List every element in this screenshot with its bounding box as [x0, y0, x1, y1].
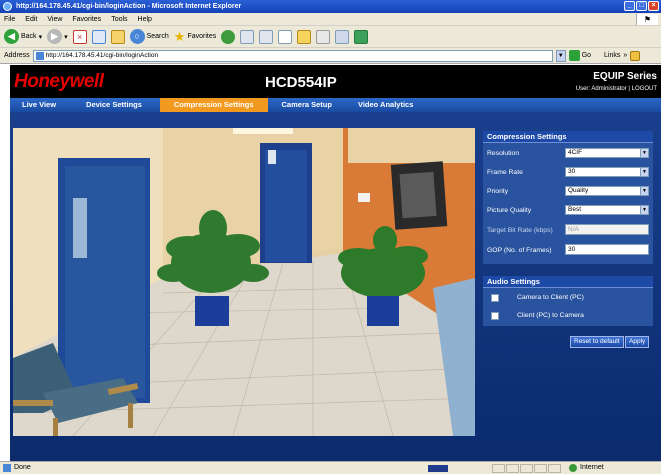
client-to-camera-checkbox[interactable]: [491, 312, 499, 320]
print-icon[interactable]: [259, 29, 274, 44]
camera-video-feed[interactable]: [13, 128, 475, 436]
picture-quality-select[interactable]: Best ▼: [565, 205, 649, 215]
resolution-select[interactable]: 4CIF ▼: [565, 148, 649, 158]
home-icon[interactable]: [110, 29, 125, 44]
compression-settings-title: Compression Settings: [483, 131, 653, 143]
tab-compression-settings[interactable]: Compression Settings: [159, 98, 268, 112]
page-header: Honeywell HCD554IP EQUIP Series User: Ad…: [10, 65, 661, 98]
tab-device-settings[interactable]: Device Settings: [68, 98, 160, 112]
stop-icon[interactable]: ×: [72, 29, 87, 44]
audio-settings-title: Audio Settings: [483, 276, 653, 288]
ie-icon: [3, 2, 12, 11]
user-info: User: Administrator | LOGOUT: [576, 86, 657, 92]
target-bit-rate-label: Target Bit Rate (kbps): [487, 227, 553, 234]
menu-tools[interactable]: Tools: [111, 16, 127, 23]
chevron-down-icon: ▼: [640, 168, 648, 176]
progress-indicator: [428, 465, 448, 472]
forward-button[interactable]: ▶ ▾: [47, 29, 68, 44]
frame-rate-select[interactable]: 30 ▼: [565, 167, 649, 177]
gop-label: GOP (No. of Frames): [487, 247, 552, 254]
priority-label: Priority: [487, 188, 509, 195]
back-button[interactable]: ◀ Back ▾: [4, 29, 42, 44]
star-icon: ★: [173, 28, 186, 44]
address-input[interactable]: http://164.178.45.41/cgi-bin/loginAction: [32, 49, 553, 62]
status-cells: [492, 464, 561, 473]
search-button[interactable]: ○ Search: [129, 29, 169, 44]
extension-icon[interactable]: [630, 50, 641, 61]
compression-settings-panel: Resolution 4CIF ▼ Frame Rate 30 ▼ Priori…: [483, 143, 653, 264]
audio-settings-panel: Camera to Client (PC) Client (PC) to Cam…: [483, 288, 653, 326]
tools-icon[interactable]: [335, 29, 350, 44]
menu-edit[interactable]: Edit: [25, 16, 37, 23]
address-dropdown-button[interactable]: ▼: [555, 49, 566, 62]
logout-link[interactable]: LOGOUT: [632, 86, 657, 92]
priority-select[interactable]: Quality ▼: [565, 186, 649, 196]
camera-to-client-checkbox[interactable]: [491, 294, 499, 302]
honeywell-logo: Honeywell: [14, 71, 104, 92]
camera-to-client-label: Camera to Client (PC): [517, 294, 584, 301]
frame-rate-label: Frame Rate: [487, 169, 523, 176]
close-button[interactable]: ×: [648, 1, 659, 11]
go-button[interactable]: Go: [568, 50, 591, 61]
camera-model: HCD554IP: [265, 74, 337, 91]
camera-web-page: Honeywell HCD554IP EQUIP Series User: Ad…: [10, 65, 661, 461]
history-icon[interactable]: [221, 29, 236, 44]
menu-file[interactable]: File: [4, 16, 15, 23]
refresh-icon[interactable]: [91, 29, 106, 44]
browser-toolbar: ◀ Back ▾ ▶ ▾ × ○ Search ★ Favorites: [0, 26, 661, 48]
main-nav: Live View Device Settings Compression Se…: [10, 98, 661, 112]
window-titlebar: http://164.178.45.41/cgi-bin/loginAction…: [0, 0, 661, 13]
reset-to-default-button[interactable]: Reset to default: [570, 336, 624, 348]
window-controls: _ □ ×: [624, 1, 659, 11]
chevron-right-icon: »: [623, 52, 628, 59]
chevron-down-icon: ▼: [640, 206, 648, 214]
tab-video-analytics[interactable]: Video Analytics: [346, 98, 425, 112]
page-footer: [10, 439, 661, 461]
status-text: Done: [14, 464, 31, 471]
address-bar: Address http://164.178.45.41/cgi-bin/log…: [0, 48, 661, 64]
apply-button[interactable]: Apply: [625, 336, 650, 348]
menu-help[interactable]: Help: [138, 16, 152, 23]
product-series: EQUIP Series: [593, 71, 657, 82]
folder-icon[interactable]: [297, 29, 312, 44]
favorites-button[interactable]: ★ Favorites: [174, 29, 216, 45]
resolution-label: Resolution: [487, 150, 520, 157]
menubar: File Edit View Favorites Tools Help: [0, 13, 661, 26]
chevron-down-icon: ▼: [640, 187, 648, 195]
windows-logo-icon: ⚑: [636, 14, 658, 25]
go-arrow-icon: [568, 50, 580, 61]
tab-live-view[interactable]: Live View: [10, 98, 68, 112]
chevron-down-icon: ▾: [64, 33, 68, 41]
security-zone: Internet: [568, 462, 604, 474]
address-label: Address: [4, 52, 30, 59]
picture-quality-label: Picture Quality: [487, 207, 532, 214]
forward-arrow-icon: ▶: [47, 29, 63, 44]
tab-camera-setup[interactable]: Camera Setup: [268, 98, 346, 112]
chevron-down-icon: ▾: [38, 33, 43, 41]
mail-icon[interactable]: [240, 29, 255, 44]
status-bar: Done Internet: [0, 461, 661, 474]
main-content: Compression Settings Resolution 4CIF ▼ F…: [10, 112, 661, 461]
research-icon[interactable]: [354, 29, 369, 44]
menu-favorites[interactable]: Favorites: [72, 16, 101, 23]
back-arrow-icon: ◀: [4, 29, 19, 44]
chevron-down-icon: ▼: [640, 149, 648, 157]
target-bit-rate-input: N/A: [565, 224, 649, 235]
client-to-camera-label: Client (PC) to Camera: [517, 312, 584, 319]
maximize-button[interactable]: □: [636, 1, 647, 11]
search-icon: ○: [129, 29, 145, 44]
page-icon: [3, 464, 11, 472]
minimize-button[interactable]: _: [624, 1, 635, 11]
user-label: User: Administrator |: [575, 86, 632, 92]
camera-scene-image: [13, 128, 475, 436]
menu-view[interactable]: View: [47, 16, 62, 23]
gop-input[interactable]: 30: [565, 244, 649, 255]
edit-icon[interactable]: [278, 29, 293, 44]
window-title: http://164.178.45.41/cgi-bin/loginAction…: [16, 3, 242, 10]
messenger-icon[interactable]: [316, 29, 331, 44]
links-label[interactable]: Links: [604, 52, 620, 59]
